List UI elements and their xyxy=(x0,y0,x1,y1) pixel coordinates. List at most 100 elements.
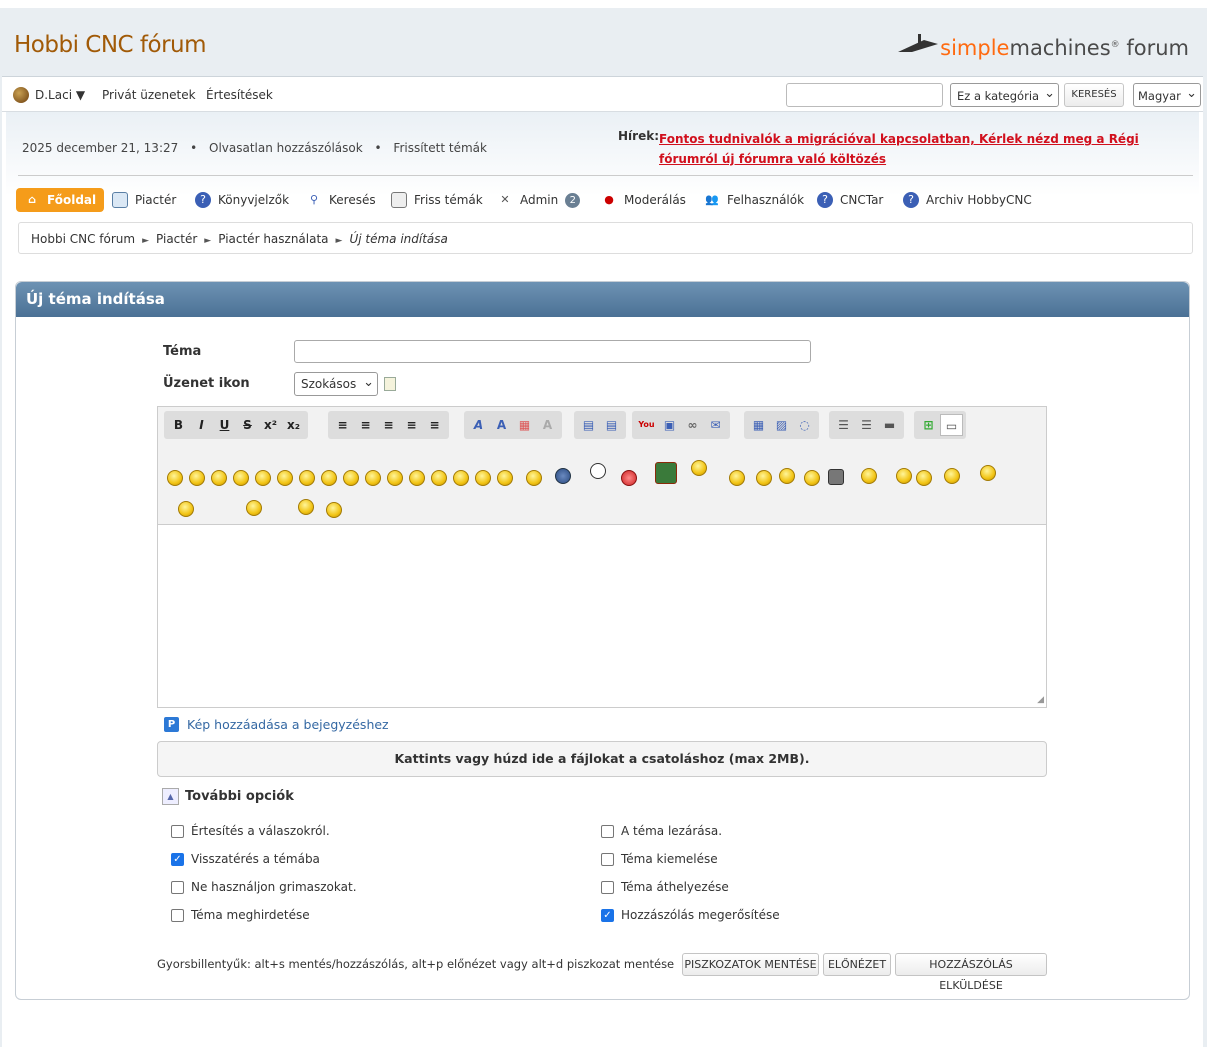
option-approve[interactable]: ✓ Hozzászólás megerősítése xyxy=(601,908,780,922)
checkbox-checked[interactable]: ✓ xyxy=(601,908,614,922)
smiley-icon[interactable] xyxy=(916,470,932,486)
breadcrumb-link[interactable]: Piactér használata xyxy=(218,232,328,246)
justify-full-icon[interactable]: ≡ xyxy=(423,414,446,436)
smiley-icon[interactable] xyxy=(729,470,745,486)
smiley-icon[interactable] xyxy=(299,470,315,486)
option-lock[interactable]: A téma lezárása. xyxy=(601,824,722,838)
option-announce[interactable]: Téma meghirdetése xyxy=(171,908,310,922)
smiley-icon[interactable] xyxy=(555,468,571,484)
search-scope-select[interactable]: Ez a kategória ⌄ xyxy=(950,83,1059,107)
smiley-icon[interactable] xyxy=(233,470,249,486)
smiley-icon[interactable] xyxy=(861,468,877,484)
smiley-icon[interactable] xyxy=(944,468,960,484)
nav-recent[interactable]: Friss témák xyxy=(383,188,491,212)
message-textarea[interactable] xyxy=(158,526,1046,707)
option-sticky[interactable]: Téma kiemelése xyxy=(601,852,718,866)
subscript-button[interactable]: x₂ xyxy=(282,414,305,436)
checkbox-checked[interactable]: ✓ xyxy=(171,852,184,866)
email-icon[interactable]: ✉ xyxy=(704,414,727,436)
updated-topics-link[interactable]: Frissített témák xyxy=(393,141,487,155)
smiley-icon[interactable] xyxy=(980,465,996,481)
notifications-link[interactable]: Értesítések xyxy=(206,88,273,102)
smiley-icon[interactable] xyxy=(804,470,820,486)
justify-icon[interactable]: ≡ xyxy=(400,414,423,436)
save-draft-button[interactable]: PISZKOZATOK MENTÉSE xyxy=(682,953,819,976)
smiley-icon[interactable] xyxy=(621,470,637,486)
horizontal-rule-icon[interactable]: ▬ xyxy=(878,414,901,436)
breadcrumb-link[interactable]: Hobbi CNC fórum xyxy=(31,232,135,246)
option-notify[interactable]: Értesítés a válaszokról. xyxy=(171,824,330,838)
more-options-toggle[interactable]: ▲ További opciók xyxy=(162,788,294,805)
smiley-icon[interactable] xyxy=(756,470,772,486)
unread-posts-link[interactable]: Olvasatlan hozzászólások xyxy=(209,141,363,155)
private-messages-link[interactable]: Privát üzenetek xyxy=(102,88,196,102)
smiley-icon[interactable] xyxy=(189,470,205,486)
smiley-icon[interactable] xyxy=(896,468,912,484)
smiley-icon[interactable] xyxy=(431,470,447,486)
smiley-icon[interactable] xyxy=(590,463,606,479)
breadcrumb-link[interactable]: Piactér xyxy=(156,232,197,246)
smiley-icon[interactable] xyxy=(298,499,314,515)
checkbox[interactable] xyxy=(601,880,614,894)
float-right-icon[interactable]: ▤ xyxy=(600,414,623,436)
nav-bookmarks[interactable]: ? Könyvjelzők xyxy=(187,188,297,212)
option-move[interactable]: Téma áthelyezése xyxy=(601,880,729,894)
image-icon[interactable]: ▣ xyxy=(658,414,681,436)
nav-moderation[interactable]: ● Moderálás xyxy=(593,188,694,212)
align-center-icon[interactable]: ≡ xyxy=(354,414,377,436)
strike-button[interactable]: S xyxy=(236,414,259,436)
smiley-icon[interactable] xyxy=(321,470,337,486)
forum-title[interactable]: Hobbi CNC fórum xyxy=(14,32,207,58)
news-link[interactable]: Fontos tudnivalók a migrációval kapcsola… xyxy=(659,129,1189,169)
smiley-icon[interactable] xyxy=(211,470,227,486)
post-button[interactable]: HOZZÁSZÓLÁS ELKÜLDÉSE xyxy=(895,953,1047,992)
underline-button[interactable]: U xyxy=(213,414,236,436)
youtube-icon[interactable]: You xyxy=(635,414,658,436)
font-icon[interactable]: A xyxy=(467,414,490,436)
avatar[interactable] xyxy=(13,87,29,103)
smiley-icon[interactable] xyxy=(475,470,491,486)
checkbox[interactable] xyxy=(171,880,184,894)
italic-button[interactable]: I xyxy=(190,414,213,436)
language-select[interactable]: Magyar ⌄ xyxy=(1133,83,1201,107)
maximize-icon[interactable]: ⊞ xyxy=(917,414,940,436)
smiley-icon[interactable] xyxy=(255,470,271,486)
bold-button[interactable]: B xyxy=(167,414,190,436)
checkbox[interactable] xyxy=(601,852,614,866)
nav-admin[interactable]: ✕ Admin 2 xyxy=(489,188,588,212)
checkbox[interactable] xyxy=(171,824,184,838)
smiley-icon[interactable] xyxy=(167,470,183,486)
option-return[interactable]: ✓ Visszatérés a témába xyxy=(171,852,320,866)
source-icon[interactable]: ▭ xyxy=(940,414,963,436)
code-icon[interactable]: ▨ xyxy=(770,414,793,436)
checkbox[interactable] xyxy=(601,824,614,838)
nav-search[interactable]: ⚲ Keresés xyxy=(298,188,384,212)
nav-home[interactable]: ⌂ Főoldal xyxy=(16,188,105,212)
superscript-button[interactable]: x² xyxy=(259,414,282,436)
smiley-icon[interactable] xyxy=(178,501,194,517)
search-button[interactable]: KERESÉS xyxy=(1064,83,1124,107)
nav-archive[interactable]: ? Archiv HobbyCNC xyxy=(895,188,1040,212)
preview-button[interactable]: ELŐNÉZET xyxy=(823,953,891,976)
smiley-icon[interactable] xyxy=(326,502,342,518)
smiley-icon[interactable] xyxy=(828,469,844,485)
quote-icon[interactable]: ◌ xyxy=(793,414,816,436)
remove-format-icon[interactable]: A xyxy=(536,414,559,436)
font-size-icon[interactable]: A xyxy=(490,414,513,436)
smiley-icon[interactable] xyxy=(691,460,707,476)
link-icon[interactable]: ∞ xyxy=(681,414,704,436)
align-right-icon[interactable]: ≡ xyxy=(377,414,400,436)
table-icon[interactable]: ▦ xyxy=(747,414,770,436)
checkbox[interactable] xyxy=(171,908,184,922)
ordered-list-icon[interactable]: ☰ xyxy=(855,414,878,436)
smiley-icon[interactable] xyxy=(277,470,293,486)
smiley-icon[interactable] xyxy=(655,462,677,484)
subject-input[interactable] xyxy=(294,340,811,363)
align-left-icon[interactable]: ≡ xyxy=(331,414,354,436)
search-input[interactable] xyxy=(786,83,943,107)
user-menu[interactable]: D.Laci ▼ xyxy=(35,88,85,102)
smiley-icon[interactable] xyxy=(246,500,262,516)
add-image-link[interactable]: P Kép hozzáadása a bejegyzéshez xyxy=(164,717,389,732)
option-no-smileys[interactable]: Ne használjon grimaszokat. xyxy=(171,880,357,894)
resize-handle-icon[interactable]: ◢ xyxy=(1037,695,1044,705)
